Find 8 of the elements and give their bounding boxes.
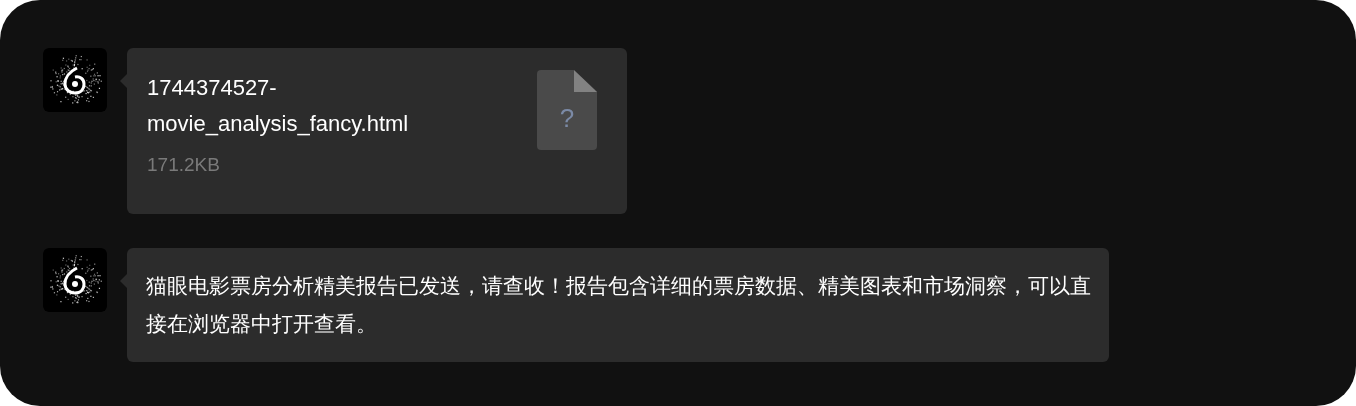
avatar-icon — [43, 48, 107, 112]
avatar-icon — [43, 248, 107, 312]
file-icon: ? — [537, 70, 597, 150]
message-text: 猫眼电影票房分析精美报告已发送，请查收！报告包含详细的票房数据、精美图表和市场洞察，可以直接在浏览器中打开查看。 — [146, 273, 1092, 337]
file-name: movie_analysis_fancy.html — [147, 110, 409, 138]
file-size: 171.2KB — [147, 153, 221, 177]
file-name: 1744374527- — [147, 74, 278, 102]
file-message-bubble[interactable]: 1744374527- movie_analysis_fancy.html 171.2KB ? — [127, 48, 627, 214]
